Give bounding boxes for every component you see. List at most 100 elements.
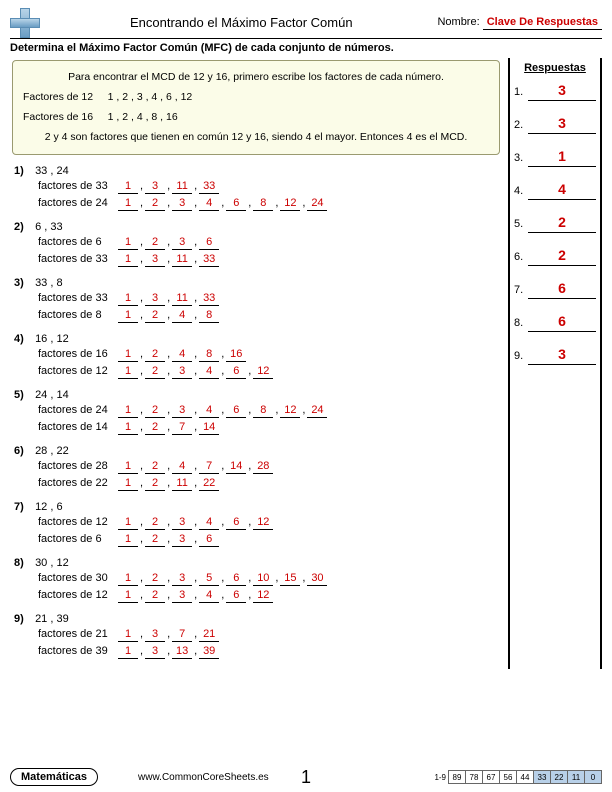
factor-values: 1,2,7,14 [118,421,219,433]
factor-value: 39 [199,645,219,659]
factor-label: factores de 14 [38,421,118,433]
factor-line: factores de 391,3,13,39 [38,645,502,659]
answer-row: 8.6 [514,313,596,332]
separator: , [192,421,199,433]
answer-row: 4.4 [514,181,596,200]
separator: , [192,460,199,472]
problem-pair: 24 , 14 [35,389,69,401]
factor-value: 1 [118,253,138,267]
separator: , [273,197,280,209]
separator: , [219,516,226,528]
problem-pair: 12 , 6 [35,501,63,513]
factor-value: 3 [172,533,192,547]
factor-value: 7 [172,421,192,435]
separator: , [138,404,145,416]
example-f12: 1 , 2 , 3 , 4 , 6 , 12 [108,91,193,103]
factor-value: 2 [145,477,165,491]
problem: 9) 21 , 39factores de 211,3,7,21factores… [14,613,502,659]
separator: , [219,589,226,601]
factor-value: 12 [280,197,300,211]
problem-pair: 33 , 24 [35,165,69,177]
separator: , [138,477,145,489]
separator: , [192,197,199,209]
answer-row: 2.3 [514,115,596,134]
factor-value: 12 [253,365,273,379]
separator: , [138,197,145,209]
factor-value: 5 [199,572,219,586]
separator: , [192,572,199,584]
answer-value: 6 [528,313,596,332]
separator: , [138,253,145,265]
factor-value: 12 [253,589,273,603]
separator: , [192,309,199,321]
factor-label: factores de 39 [38,645,118,657]
separator: , [192,589,199,601]
factor-value: 8 [253,404,273,418]
factor-value: 4 [172,309,192,323]
factor-value: 3 [145,292,165,306]
example-f12-label: Factores de 12 [23,91,93,103]
separator: , [138,309,145,321]
factor-value: 13 [172,645,192,659]
factor-value: 10 [253,572,273,586]
problems-column: Para encontrar el MCD de 12 y 16, primer… [10,58,502,669]
factor-value: 3 [145,645,165,659]
factor-value: 1 [118,516,138,530]
factor-value: 21 [199,628,219,642]
factor-value: 6 [226,572,246,586]
answer-number: 6. [514,251,528,263]
separator: , [138,236,145,248]
factor-values: 1,2,3,4,6,8,12,24 [118,197,327,209]
example-conclusion: 2 y 4 son factores que tienen en común 1… [23,129,489,147]
separator: , [138,348,145,360]
separator: , [192,645,199,657]
answers-column: Respuestas 1.32.33.14.45.26.27.68.69.3 [508,58,602,669]
answer-row: 9.3 [514,346,596,365]
factor-line: factores de 221,2,11,22 [38,477,502,491]
factor-values: 1,2,4,8,16 [118,348,246,360]
separator: , [165,197,172,209]
factor-value: 3 [172,197,192,211]
answer-number: 8. [514,317,528,329]
answer-number: 2. [514,119,528,131]
factor-value: 30 [307,572,327,586]
factor-values: 1,3,11,33 [118,292,219,304]
separator: , [300,572,307,584]
scale-cell: 67 [482,770,500,784]
answer-row: 6.2 [514,247,596,266]
problem: 4) 16 , 12factores de 161,2,4,8,16factor… [14,333,502,379]
worksheet-header: Encontrando el Máximo Factor Común Nombr… [10,8,602,39]
scale-cell: 33 [533,770,551,784]
factor-line: factores de 331,3,11,33 [38,180,502,194]
separator: , [192,404,199,416]
factor-values: 1,2,4,7,14,28 [118,460,273,472]
separator: , [192,236,199,248]
factor-label: factores de 12 [38,365,118,377]
instructions: Determina el Máximo Factor Común (MFC) d… [10,42,602,54]
separator: , [192,477,199,489]
factor-value: 2 [145,236,165,250]
factor-value: 3 [172,572,192,586]
factor-value: 1 [118,572,138,586]
example-f16: 1 , 2 , 4 , 8 , 16 [108,111,178,123]
separator: , [192,365,199,377]
factor-value: 6 [199,236,219,250]
factor-value: 3 [145,628,165,642]
factor-value: 4 [199,365,219,379]
factor-values: 1,2,3,4,6,12 [118,516,273,528]
factor-value: 12 [280,404,300,418]
factor-line: factores de 61,2,3,6 [38,533,502,547]
factor-values: 1,3,13,39 [118,645,219,657]
answer-value: 3 [528,82,596,101]
separator: , [246,460,253,472]
factor-value: 1 [118,365,138,379]
separator: , [165,477,172,489]
factor-values: 1,2,3,6 [118,236,219,248]
factor-value: 1 [118,404,138,418]
answer-row: 3.1 [514,148,596,167]
factor-value: 6 [226,404,246,418]
factor-value: 3 [145,180,165,194]
problem: 2) 6 , 33factores de 61,2,3,6factores de… [14,221,502,267]
scale-label: 1-9 [434,773,446,782]
factor-value: 1 [118,292,138,306]
